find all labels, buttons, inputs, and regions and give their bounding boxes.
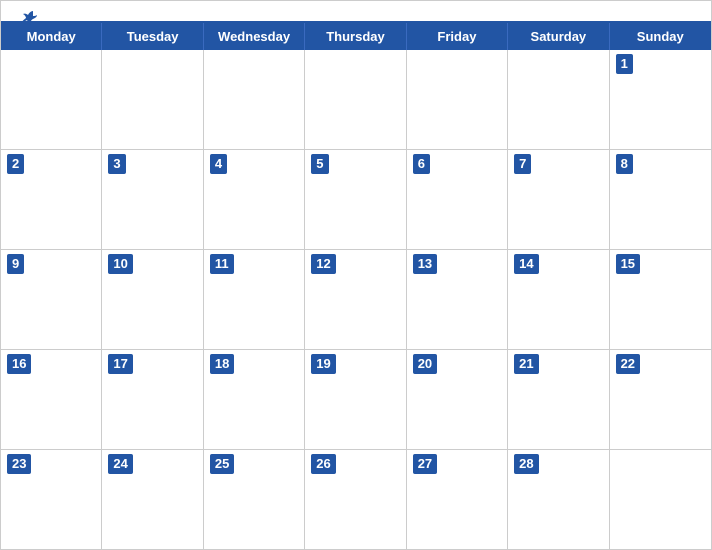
day-number: 8 bbox=[616, 154, 633, 174]
day-cell-13: 13 bbox=[407, 250, 508, 349]
day-number: 11 bbox=[210, 254, 234, 274]
day-cell-empty bbox=[610, 450, 711, 549]
day-number: 9 bbox=[7, 254, 24, 274]
day-number: 13 bbox=[413, 254, 437, 274]
day-cell-27: 27 bbox=[407, 450, 508, 549]
day-number: 12 bbox=[311, 254, 335, 274]
day-number: 5 bbox=[311, 154, 328, 174]
day-header-friday: Friday bbox=[407, 23, 508, 50]
day-cell-1: 1 bbox=[610, 50, 711, 149]
day-cell-26: 26 bbox=[305, 450, 406, 549]
day-cell-2: 2 bbox=[1, 150, 102, 249]
day-number: 17 bbox=[108, 354, 132, 374]
day-number: 25 bbox=[210, 454, 234, 474]
day-header-wednesday: Wednesday bbox=[204, 23, 305, 50]
day-cell-21: 21 bbox=[508, 350, 609, 449]
day-number: 21 bbox=[514, 354, 538, 374]
day-cell-3: 3 bbox=[102, 150, 203, 249]
day-cell-empty bbox=[1, 50, 102, 149]
week-row-0: 1 bbox=[1, 50, 711, 150]
day-number: 14 bbox=[514, 254, 538, 274]
day-cell-15: 15 bbox=[610, 250, 711, 349]
day-number: 6 bbox=[413, 154, 430, 174]
calendar-header bbox=[1, 1, 711, 21]
day-header-thursday: Thursday bbox=[305, 23, 406, 50]
day-number: 3 bbox=[108, 154, 125, 174]
day-cell-8: 8 bbox=[610, 150, 711, 249]
day-cell-empty bbox=[305, 50, 406, 149]
day-number: 22 bbox=[616, 354, 640, 374]
week-row-1: 2 3 4 5 6 7 8 bbox=[1, 150, 711, 250]
day-header-saturday: Saturday bbox=[508, 23, 609, 50]
day-cell-12: 12 bbox=[305, 250, 406, 349]
calendar: MondayTuesdayWednesdayThursdayFridaySatu… bbox=[0, 0, 712, 550]
day-cell-25: 25 bbox=[204, 450, 305, 549]
day-cell-16: 16 bbox=[1, 350, 102, 449]
day-header-monday: Monday bbox=[1, 23, 102, 50]
day-cell-10: 10 bbox=[102, 250, 203, 349]
day-cell-7: 7 bbox=[508, 150, 609, 249]
day-cell-4: 4 bbox=[204, 150, 305, 249]
weeks-container: 1234567891011121314151617181920212223242… bbox=[1, 50, 711, 549]
day-number: 24 bbox=[108, 454, 132, 474]
day-number: 10 bbox=[108, 254, 132, 274]
day-cell-23: 23 bbox=[1, 450, 102, 549]
day-cell-24: 24 bbox=[102, 450, 203, 549]
week-row-2: 9 10 11 12 13 14 15 bbox=[1, 250, 711, 350]
day-number: 15 bbox=[616, 254, 640, 274]
day-number: 2 bbox=[7, 154, 24, 174]
day-cell-20: 20 bbox=[407, 350, 508, 449]
day-cell-14: 14 bbox=[508, 250, 609, 349]
calendar-grid: MondayTuesdayWednesdayThursdayFridaySatu… bbox=[1, 21, 711, 549]
day-header-tuesday: Tuesday bbox=[102, 23, 203, 50]
day-number: 28 bbox=[514, 454, 538, 474]
day-number: 20 bbox=[413, 354, 437, 374]
day-cell-22: 22 bbox=[610, 350, 711, 449]
day-number: 16 bbox=[7, 354, 31, 374]
day-number: 23 bbox=[7, 454, 31, 474]
day-number: 26 bbox=[311, 454, 335, 474]
day-number: 19 bbox=[311, 354, 335, 374]
day-number: 7 bbox=[514, 154, 531, 174]
day-cell-17: 17 bbox=[102, 350, 203, 449]
logo-bird-icon bbox=[19, 9, 39, 29]
week-row-4: 23 24 25 26 27 28 bbox=[1, 450, 711, 549]
day-cell-empty bbox=[102, 50, 203, 149]
day-number: 1 bbox=[616, 54, 633, 74]
day-cell-18: 18 bbox=[204, 350, 305, 449]
day-number: 18 bbox=[210, 354, 234, 374]
day-cell-empty bbox=[508, 50, 609, 149]
day-cell-19: 19 bbox=[305, 350, 406, 449]
day-cell-empty bbox=[407, 50, 508, 149]
day-cell-28: 28 bbox=[508, 450, 609, 549]
day-header-sunday: Sunday bbox=[610, 23, 711, 50]
day-number: 4 bbox=[210, 154, 227, 174]
day-cell-5: 5 bbox=[305, 150, 406, 249]
day-cell-9: 9 bbox=[1, 250, 102, 349]
day-cell-6: 6 bbox=[407, 150, 508, 249]
day-cell-empty bbox=[204, 50, 305, 149]
week-row-3: 16 17 18 19 20 21 22 bbox=[1, 350, 711, 450]
day-number: 27 bbox=[413, 454, 437, 474]
day-headers: MondayTuesdayWednesdayThursdayFridaySatu… bbox=[1, 23, 711, 50]
day-cell-11: 11 bbox=[204, 250, 305, 349]
